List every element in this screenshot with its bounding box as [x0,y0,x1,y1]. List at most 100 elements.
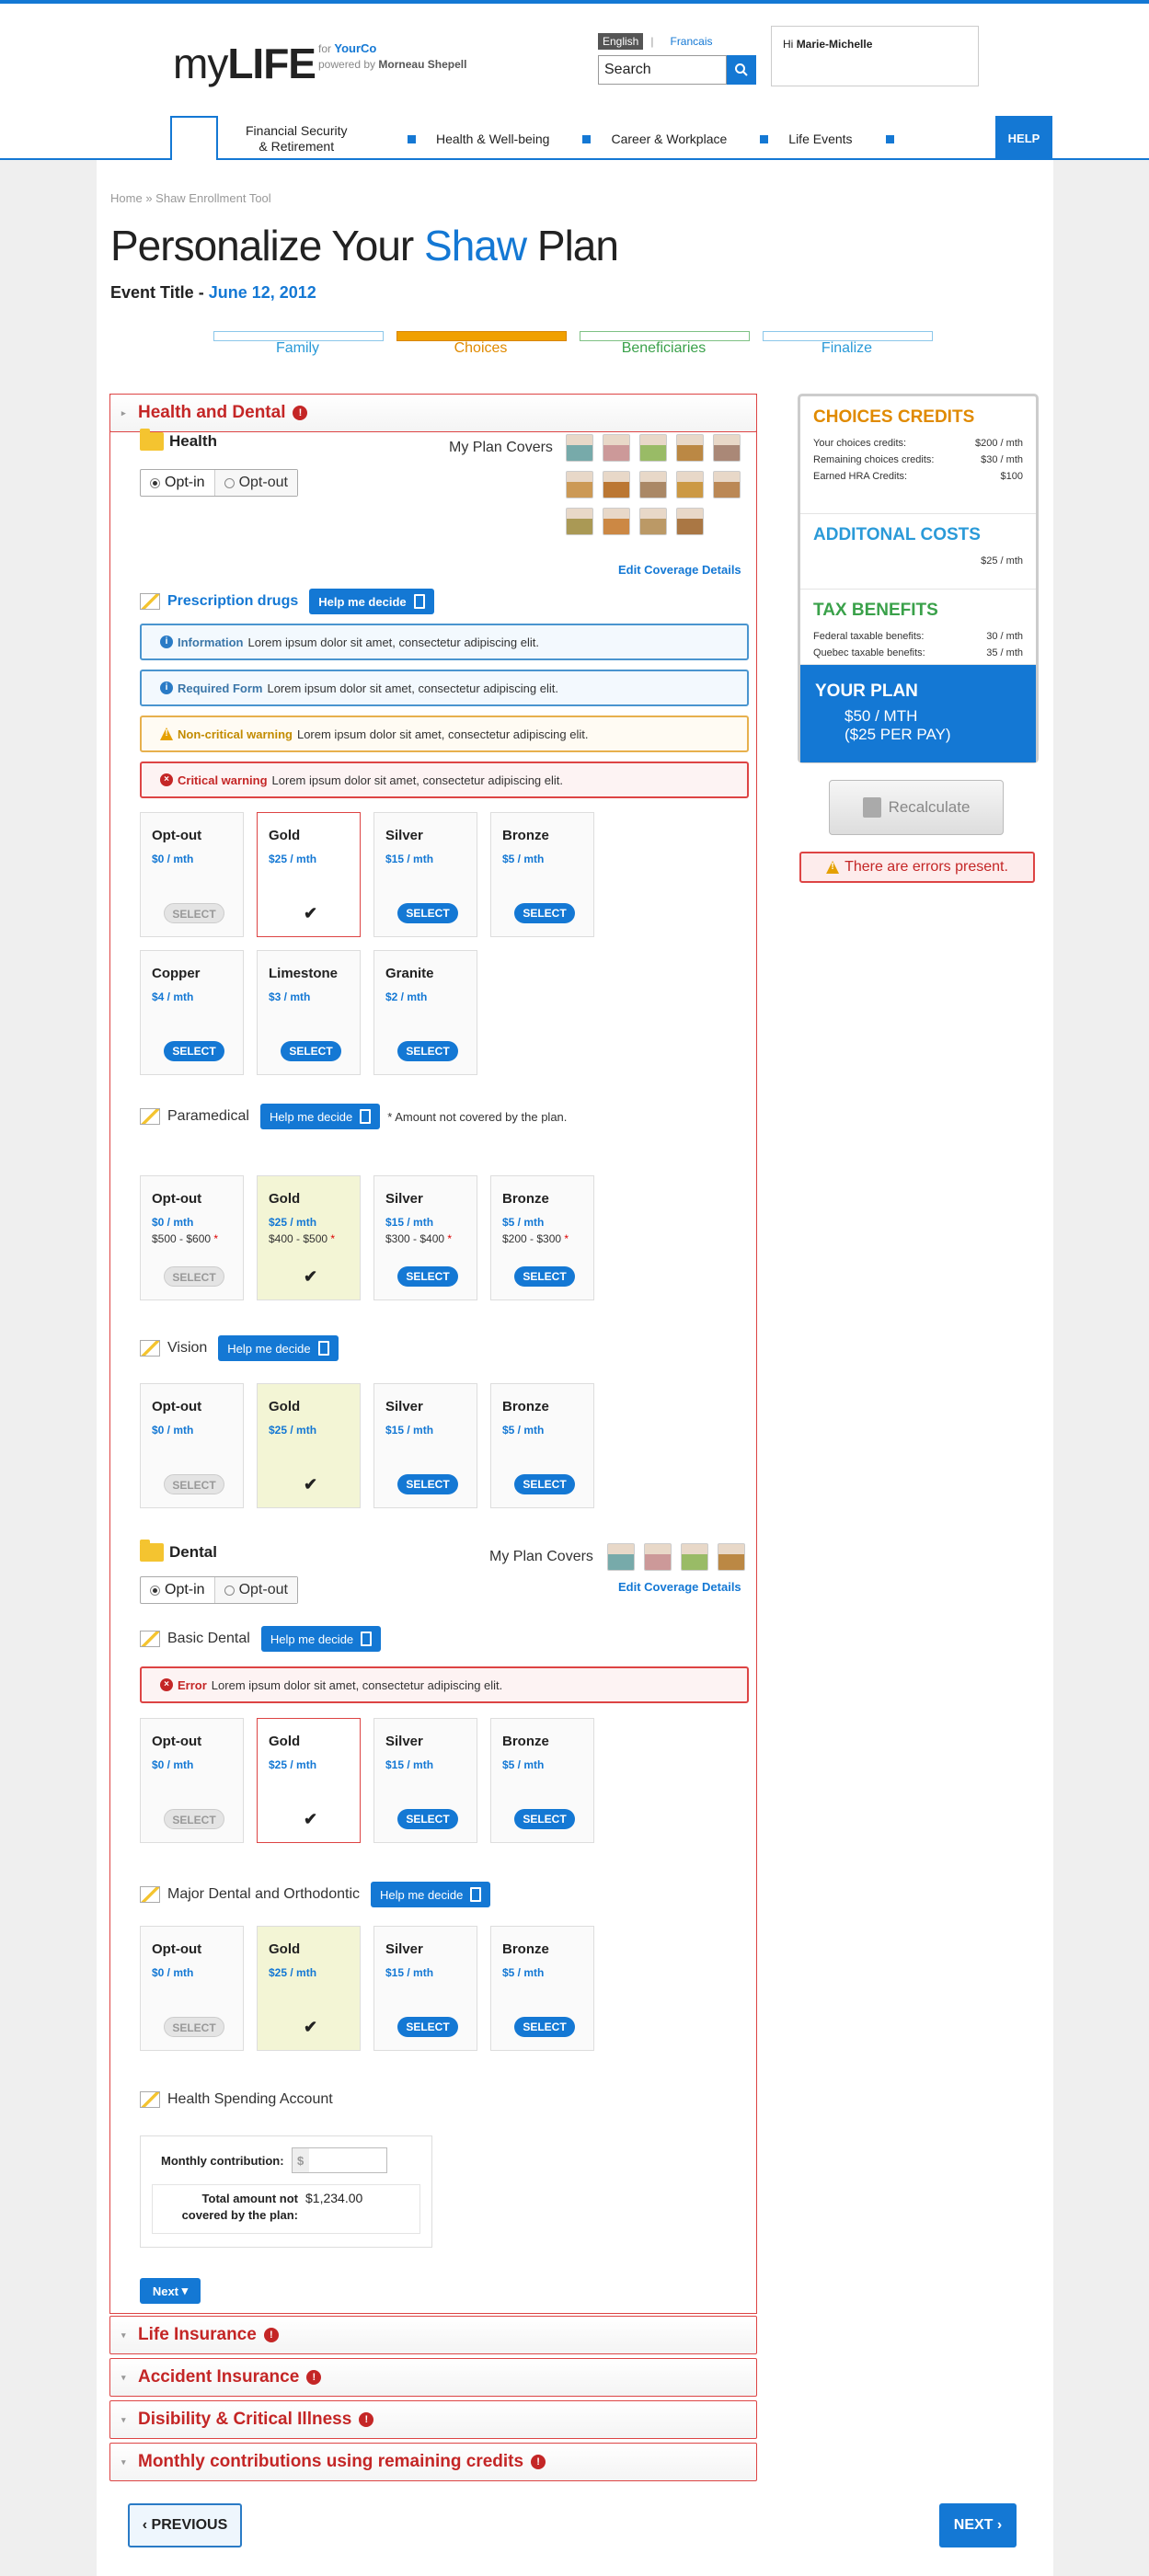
select-button[interactable]: SELECT [397,2017,458,2037]
recalculate-button[interactable]: Recalculate [829,780,1004,835]
step-finalize[interactable]: Finalize [763,331,933,357]
plan-option-gold[interactable]: Gold $25 / mth ✔ [257,1383,361,1508]
member-avatar [713,434,741,462]
section-accident-insurance[interactable]: ▾ Accident Insurance! [109,2358,757,2397]
plan-option-opt-out[interactable]: Opt-out $0 / mth SELECT [140,812,244,937]
select-button[interactable]: SELECT [397,1474,458,1494]
plan-not-covered-range: $400 - $500 * [269,1232,336,1245]
info-alert: i Information Lorem ipsum dolor sit amet, … [140,624,749,660]
dental-optout-radio[interactable]: Opt-out [213,1577,297,1603]
nav-life-events[interactable]: Life Events [788,132,852,147]
collapse-icon: ▾ [121,2414,126,2424]
plan-option-limestone[interactable]: Limestone $3 / mth SELECT [257,950,361,1075]
help-me-decide-button[interactable]: Help me decide [309,589,434,614]
plan-option-opt-out[interactable]: Opt-out $0 / mth $500 - $600 * SELECT [140,1175,244,1300]
calculator-icon [413,594,425,609]
select-button[interactable]: SELECT [397,903,458,923]
plan-option-granite[interactable]: Granite $2 / mth SELECT [373,950,477,1075]
plan-option-silver[interactable]: Silver $15 / mth SELECT [373,1926,477,2051]
collapse-icon: ▾ [121,2456,126,2467]
select-button[interactable]: SELECT [397,1041,458,1061]
select-button[interactable]: SELECT [514,1474,575,1494]
choices-credits: CHOICES CREDITS Your choices credits: $20… [800,396,1036,514]
health-optin-radio[interactable]: Opt-in [141,470,214,496]
select-button[interactable]: SELECT [514,1266,575,1287]
edit-coverage-link[interactable]: Edit Coverage Details [618,563,741,577]
nav-health-wellbeing[interactable]: Health & Well-being [436,132,549,147]
monthly-contribution-input[interactable]: $ [291,2147,387,2173]
select-button[interactable]: SELECT [164,1041,224,1061]
member-avatar [603,434,630,462]
select-button[interactable]: SELECT [164,1474,224,1494]
plan-option-silver[interactable]: Silver $15 / mth SELECT [373,1718,477,1843]
step-choices[interactable]: Choices [396,331,567,357]
lang-francais[interactable]: Francais [670,35,712,48]
select-button[interactable]: SELECT [397,1266,458,1287]
plan-name: Silver [385,1191,423,1207]
collapse-icon: ▾ [121,2372,126,2382]
plan-name: Gold [269,1941,301,1957]
help-me-decide-button[interactable]: Help me decide [218,1335,339,1361]
plan-option-gold[interactable]: Gold $25 / mth ✔ [257,1926,361,2051]
plan-option-bronze[interactable]: Bronze $5 / mth SELECT [490,1383,594,1508]
plan-option-silver[interactable]: Silver $15 / mth SELECT [373,1383,477,1508]
calculator-icon [317,1341,329,1356]
select-button[interactable]: SELECT [164,1266,224,1287]
select-button[interactable]: SELECT [164,2017,224,2037]
plan-option-opt-out[interactable]: Opt-out $0 / mth SELECT [140,1718,244,1843]
step-family[interactable]: Family [213,331,384,357]
plan-option-opt-out[interactable]: Opt-out $0 / mth SELECT [140,1926,244,2051]
nav-financial-security[interactable]: Financial Security & Retirement [246,123,374,155]
plan-option-gold[interactable]: Gold $25 / mth $400 - $500 * ✔ [257,1175,361,1300]
nav-home-tab[interactable] [170,116,218,162]
search-input[interactable]: Search [598,55,727,85]
plan-option-copper[interactable]: Copper $4 / mth SELECT [140,950,244,1075]
select-button[interactable]: SELECT [514,1809,575,1829]
plan-option-opt-out[interactable]: Opt-out $0 / mth SELECT [140,1383,244,1508]
select-button[interactable]: SELECT [514,903,575,923]
breadcrumb-home[interactable]: Home [110,191,143,205]
paramedical-plan-options: Opt-out $0 / mth $500 - $600 * SELECT Gold $2… [140,1175,692,1300]
help-me-decide-button[interactable]: Help me decide [259,1104,381,1129]
help-button[interactable]: HELP [995,116,1052,160]
next-dropdown-button[interactable]: Next ▾ [140,2278,201,2304]
plan-option-bronze[interactable]: Bronze $5 / mth $200 - $300 * SELECT [490,1175,594,1300]
select-button[interactable]: SELECT [164,1809,224,1829]
search-button[interactable] [727,55,756,85]
step-beneficiaries[interactable]: Beneficiaries [580,331,750,357]
calculator-icon [470,1887,482,1902]
plan-name: Silver [385,828,423,843]
plan-name: Bronze [502,1399,549,1414]
info-icon: i [160,681,173,694]
calculator-icon [360,1109,372,1124]
folder-icon [140,1540,164,1562]
next-button[interactable]: NEXT › [939,2503,1017,2547]
plan-option-bronze[interactable]: Bronze $5 / mth SELECT [490,1926,594,2051]
health-optout-radio[interactable]: Opt-out [213,470,297,496]
dental-optin-radio[interactable]: Opt-in [141,1577,214,1603]
previous-button[interactable]: ‹ PREVIOUS [128,2503,242,2547]
plan-name: Bronze [502,1941,549,1957]
section-monthly-contributions[interactable]: ▾ Monthly contributions using remaining c… [109,2443,757,2481]
calculator-icon [862,797,881,818]
select-button[interactable]: SELECT [514,2017,575,2037]
plan-option-silver[interactable]: Silver $15 / mth $300 - $400 * SELECT [373,1175,477,1300]
plan-option-bronze[interactable]: Bronze $5 / mth SELECT [490,812,594,937]
nav-career-workplace[interactable]: Career & Workplace [611,132,727,147]
plan-not-covered-range: $200 - $300 * [502,1232,569,1245]
select-button[interactable]: SELECT [397,1809,458,1829]
help-me-decide-button[interactable]: Help me decide [260,1626,382,1652]
section-life-insurance[interactable]: ▾ Life Insurance! [109,2316,757,2354]
plan-option-bronze[interactable]: Bronze $5 / mth SELECT [490,1718,594,1843]
section-disability[interactable]: ▾ Disibility & Critical Illness! [109,2400,757,2439]
plan-name: Opt-out [152,1734,202,1749]
plan-option-gold[interactable]: Gold $25 / mth ✔ [257,812,361,937]
edit-coverage-link[interactable]: Edit Coverage Details [618,1580,741,1594]
select-button[interactable]: SELECT [164,903,224,923]
mylife-logo[interactable]: myLIFE [173,39,316,88]
plan-option-silver[interactable]: Silver $15 / mth SELECT [373,812,477,937]
help-me-decide-button[interactable]: Help me decide [371,1882,491,1907]
plan-option-gold[interactable]: Gold $25 / mth ✔ [257,1718,361,1843]
checkmark-icon: ✔ [304,904,318,922]
select-button[interactable]: SELECT [281,1041,341,1061]
